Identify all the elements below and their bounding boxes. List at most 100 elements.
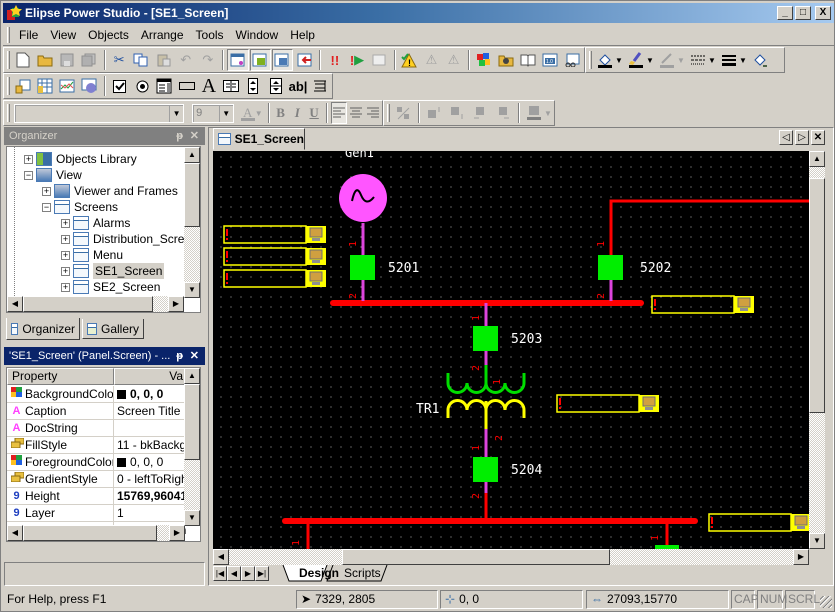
alarm-mark-icon[interactable] <box>654 299 656 306</box>
properties-vertical-scrollbar[interactable]: ▲ ▼ <box>184 368 200 526</box>
menu-file[interactable]: File <box>13 25 44 45</box>
list-icon[interactable] <box>154 75 175 97</box>
font-color-dropdown-icon[interactable]: ▼ <box>255 109 263 118</box>
scroll-right-button[interactable]: ▶ <box>169 525 185 541</box>
import-icon[interactable] <box>294 49 315 71</box>
fill-dropdown-icon[interactable]: ▼ <box>615 56 623 65</box>
scroll-right-button[interactable]: ▶ <box>168 296 184 312</box>
scroll-down-button[interactable]: ▼ <box>184 282 200 298</box>
close-icon[interactable]: ✕ <box>190 347 199 365</box>
alarm-indicator[interactable] <box>651 295 735 314</box>
menu-view[interactable]: View <box>44 25 82 45</box>
computer-icon[interactable] <box>309 249 323 260</box>
property-row[interactable]: 9 Layer 1 <box>7 505 185 522</box>
text-icon[interactable]: A <box>198 75 219 97</box>
last-sheet-button[interactable]: ▶| <box>255 566 269 581</box>
app-icon[interactable] <box>12 75 33 97</box>
grid-icon[interactable] <box>34 75 55 97</box>
menu-tools[interactable]: Tools <box>190 25 230 45</box>
tab-scripts[interactable]: Scripts <box>334 566 391 582</box>
fill-style-icon[interactable] <box>749 49 771 71</box>
open-folder-icon[interactable] <box>34 49 55 71</box>
save-all-icon[interactable] <box>78 49 99 71</box>
send-back-icon[interactable] <box>446 102 468 124</box>
alarm-indicator[interactable] <box>223 269 307 288</box>
spin-icon[interactable] <box>243 75 264 97</box>
align-left-icon[interactable] <box>331 102 348 124</box>
alarm-disabled-icon[interactable]: ⚠ <box>421 49 442 71</box>
expand-icon[interactable]: + <box>61 282 70 292</box>
property-row[interactable]: A Caption Screen Title <box>7 403 185 420</box>
bring-front-icon[interactable] <box>423 102 445 124</box>
property-value[interactable]: 0, 0, 0 <box>115 386 187 402</box>
alarm-mark-icon[interactable] <box>226 273 228 280</box>
property-row[interactable]: ForegroundColor 0, 0, 0 <box>7 454 185 471</box>
property-row[interactable]: BackgroundColor 0, 0, 0 <box>7 386 185 403</box>
scroll-thumb[interactable] <box>342 549 610 565</box>
stop-icon[interactable]: !! <box>324 49 345 71</box>
expand-icon[interactable]: + <box>24 154 33 164</box>
tree-item[interactable]: − View <box>24 167 82 183</box>
breaker-5201[interactable] <box>350 255 375 280</box>
brush-icon[interactable] <box>625 49 647 71</box>
menubar-grip[interactable] <box>7 27 10 43</box>
collapse-icon[interactable]: − <box>24 170 33 180</box>
font-size-combo[interactable]: 9 ▼ <box>192 103 234 123</box>
close-icon[interactable]: ✕ <box>190 127 199 145</box>
computer-base-icon[interactable] <box>797 526 805 529</box>
computer-icon[interactable] <box>794 515 808 526</box>
property-row[interactable]: A DocString <box>7 420 185 437</box>
scroll-right-button[interactable]: ▶ <box>793 549 809 565</box>
scroll-thumb[interactable] <box>23 296 153 312</box>
breaker-5204[interactable] <box>473 457 498 482</box>
property-value[interactable]: 1 <box>115 505 187 521</box>
computer-icon[interactable] <box>309 271 323 282</box>
tree-vertical-scrollbar[interactable]: ▲ ▼ <box>184 147 200 298</box>
collapse-icon[interactable]: − <box>42 202 51 212</box>
alarm-mark-icon[interactable] <box>559 398 561 405</box>
line-color-icon[interactable] <box>656 49 678 71</box>
resize-grip[interactable] <box>820 596 832 608</box>
report-icon[interactable] <box>562 49 583 71</box>
alarm-indicator[interactable] <box>223 225 307 244</box>
value-icon[interactable]: 1.0 <box>540 49 561 71</box>
expand-icon[interactable]: + <box>61 234 70 244</box>
column-header-value[interactable]: Va <box>114 368 186 385</box>
tab-gallery[interactable]: Gallery <box>82 319 144 339</box>
computer-base-icon[interactable] <box>740 308 748 311</box>
property-value[interactable]: 15769,96041 <box>115 488 187 504</box>
menu-help[interactable]: Help <box>284 25 321 45</box>
document-tab[interactable]: SE1_Screen <box>213 128 305 150</box>
line-width-dropdown-icon[interactable]: ▼ <box>739 56 747 65</box>
previous-document-button[interactable]: ◁ <box>779 130 793 145</box>
cut-icon[interactable]: ✂ <box>109 49 130 71</box>
run-icon[interactable]: ! ▶ <box>346 49 367 71</box>
expand-icon[interactable]: + <box>61 266 70 276</box>
alarm-mark-icon[interactable] <box>711 517 713 524</box>
line-width-icon[interactable] <box>718 49 740 71</box>
bold-button[interactable]: B <box>273 102 289 124</box>
line-color-dropdown-icon[interactable]: ▼ <box>677 56 685 65</box>
toolbar-grip[interactable] <box>589 51 592 69</box>
italic-button[interactable]: I <box>289 102 305 124</box>
display-icon[interactable] <box>221 75 242 97</box>
tab-organizer[interactable]: Organizer <box>6 318 80 340</box>
scroll-left-button[interactable]: ◀ <box>7 525 23 541</box>
menu-objects[interactable]: Objects <box>82 25 135 45</box>
computer-base-icon[interactable] <box>645 407 653 410</box>
prev-sheet-button[interactable]: ◀ <box>227 566 241 581</box>
properties-horizontal-scrollbar[interactable]: ◀ ▶ <box>7 525 185 541</box>
scroll-left-button[interactable]: ◀ <box>7 296 23 312</box>
tree-item[interactable]: + Viewer and Frames <box>42 183 178 199</box>
chart-icon[interactable] <box>57 75 78 97</box>
computer-icon[interactable] <box>642 396 656 407</box>
chevron-down-icon[interactable]: ▼ <box>169 104 183 122</box>
line-style-icon[interactable] <box>687 49 709 71</box>
pin-icon[interactable]: ᵽ <box>176 127 183 145</box>
breaker-5202[interactable] <box>598 255 623 280</box>
property-row[interactable]: 9 Height 15769,96041 <box>7 488 187 505</box>
close-button[interactable]: X <box>815 6 831 20</box>
scroll-down-button[interactable]: ▼ <box>184 510 200 526</box>
align-center-icon[interactable] <box>348 102 364 124</box>
alarm-mark-icon[interactable] <box>226 238 228 240</box>
